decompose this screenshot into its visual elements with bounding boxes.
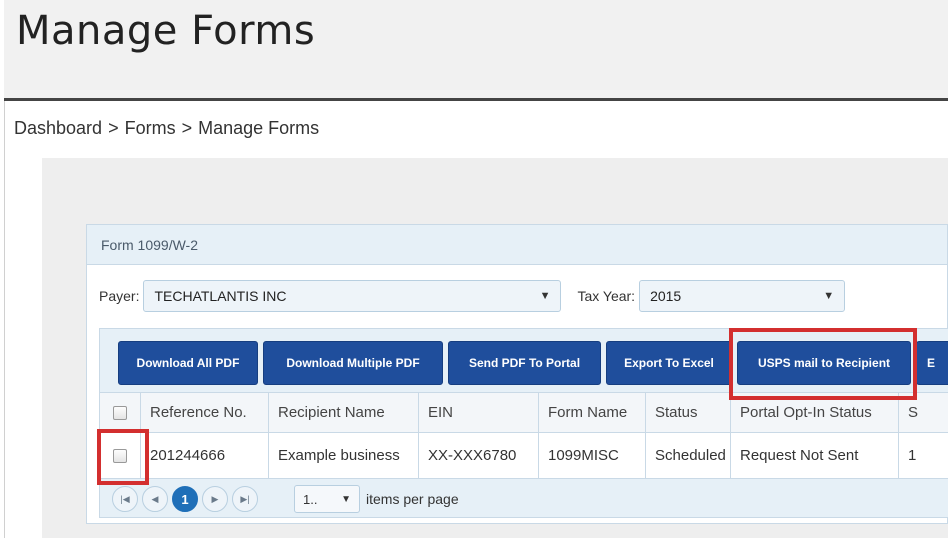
page-title: Manage Forms <box>16 8 316 54</box>
row-checkbox[interactable] <box>113 448 127 463</box>
items-per-page-label: items per page <box>366 491 459 507</box>
first-page-icon[interactable]: |◀ <box>112 486 138 512</box>
page-header: Manage Forms <box>4 0 948 101</box>
breadcrumb-separator: > <box>181 118 193 138</box>
breadcrumb: Dashboard > Forms > Manage Forms <box>14 118 319 139</box>
table-cell: 1099MISC <box>539 433 646 478</box>
table-cell: Request Not Sent <box>731 433 899 478</box>
caret-down-icon: ▼ <box>539 290 551 302</box>
download-all-pdf-button[interactable]: Download All PDF <box>118 341 258 385</box>
column-header[interactable]: EIN <box>419 393 539 432</box>
send-pdf-to-portal-button[interactable]: Send PDF To Portal <box>448 341 601 385</box>
table-cell: 1 <box>908 447 917 464</box>
select-all-checkbox[interactable] <box>113 405 127 420</box>
last-page-icon[interactable]: ▶| <box>232 486 258 512</box>
breadcrumb-forms[interactable]: Forms <box>125 118 176 139</box>
filter-bar: Payer: TECHATLANTIS INC ▼ Tax Year: 2015… <box>99 280 846 312</box>
caret-down-icon: ▼ <box>823 290 835 302</box>
select-all-cell <box>100 393 141 432</box>
export-to-excel-button[interactable]: Export To Excel <box>606 341 732 385</box>
table-cell: XX-XXX6780 <box>419 433 539 478</box>
pager: |◀ ◀ 1 ▶ ▶| 1.. ▼ items per page <box>100 479 948 517</box>
download-multiple-pdf-button[interactable]: Download Multiple PDF <box>263 341 443 385</box>
tax-year-label: Tax Year: <box>577 288 636 304</box>
panel-title: Form 1099/W-2 <box>101 236 198 253</box>
table-header: Reference No. Recipient Name EIN Form Na… <box>100 393 948 433</box>
usps-mail-to-recipient-button[interactable]: USPS mail to Recipient <box>737 341 911 385</box>
page-size-value: 1.. <box>303 491 318 507</box>
column-header[interactable]: Recipient Name <box>269 393 419 432</box>
column-header[interactable]: Portal Opt-In Status <box>731 393 899 432</box>
column-header[interactable]: Status <box>646 393 731 432</box>
column-header[interactable]: Reference No. <box>141 393 269 432</box>
breadcrumb-current: Manage Forms <box>198 118 320 138</box>
payer-label: Payer: <box>99 288 140 304</box>
table-cell: 201244666 <box>141 433 269 478</box>
forms-grid: Download All PDF Download Multiple PDF S… <box>99 328 948 518</box>
left-divider <box>4 101 5 538</box>
page-size-select[interactable]: 1.. ▼ <box>294 485 360 513</box>
tax-year-value: 2015 <box>650 288 682 304</box>
prev-page-icon[interactable]: ◀ <box>142 486 168 512</box>
caret-down-icon: ▼ <box>341 493 351 505</box>
tax-year-select[interactable]: 2015 ▼ <box>639 280 846 312</box>
table-cell: Example business <box>269 433 419 478</box>
next-page-icon[interactable]: ▶ <box>202 486 228 512</box>
table-cell: Scheduled <box>646 433 731 478</box>
breadcrumb-dashboard[interactable]: Dashboard <box>14 118 102 139</box>
grid-toolbar: Download All PDF Download Multiple PDF S… <box>100 329 948 393</box>
row-select-cell <box>100 433 141 478</box>
payer-select[interactable]: TECHATLANTIS INC ▼ <box>143 280 562 312</box>
column-header[interactable]: S <box>899 393 948 432</box>
current-page-button[interactable]: 1 <box>172 486 198 512</box>
table-row[interactable]: 201244666 Example business XX-XXX6780 10… <box>100 433 948 479</box>
more-toolbar-button[interactable]: E <box>916 341 948 385</box>
forms-panel: Form 1099/W-2 Payer: TECHATLANTIS INC ▼ … <box>86 224 948 524</box>
panel-header: Form 1099/W-2 <box>87 225 947 265</box>
payer-value: TECHATLANTIS INC <box>154 288 287 304</box>
breadcrumb-separator: > <box>108 118 119 138</box>
page: Manage Forms Dashboard > Forms > Manage … <box>0 0 948 538</box>
column-header[interactable]: Form Name <box>539 393 646 432</box>
